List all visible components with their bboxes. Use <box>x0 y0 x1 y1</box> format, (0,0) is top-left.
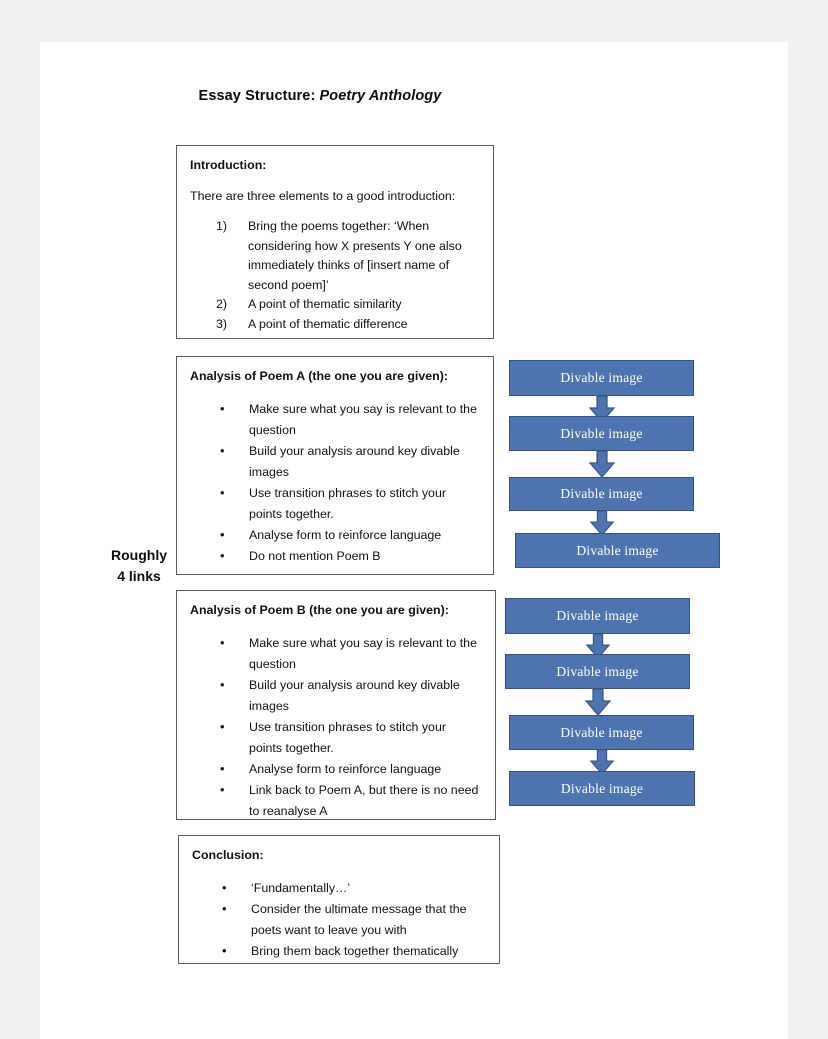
list-item: Make sure what you say is relevant to th… <box>190 632 481 675</box>
poem-a-box: Analysis of Poem A (the one you are give… <box>176 356 494 575</box>
poem-b-box: Analysis of Poem B (the one you are give… <box>176 590 496 820</box>
flow-box: Divable image <box>509 477 694 511</box>
flow-box: Divable image <box>505 598 690 634</box>
conclusion-box: Conclusion: ‘Fundamentally…’ Consider th… <box>178 835 500 964</box>
poem-b-heading: Analysis of Poem B (the one you are give… <box>190 603 449 617</box>
document-page: Essay Structure: Poetry Anthology Roughl… <box>40 42 788 1039</box>
flow-box: Divable image <box>509 771 695 806</box>
list-item: Consider the ultimate message that the p… <box>192 898 485 941</box>
page-title: Essay Structure: Poetry Anthology <box>40 88 600 104</box>
list-item: Analyse form to reinforce language <box>190 758 481 780</box>
introduction-heading: Introduction: <box>190 158 267 172</box>
poem-b-list: Make sure what you say is relevant to th… <box>190 632 481 822</box>
introduction-lead: There are three elements to a good intro… <box>190 189 456 203</box>
list-item: Build your analysis around key divable i… <box>190 674 481 717</box>
flow-box: Divable image <box>509 715 694 750</box>
page-title-main: Essay Structure: <box>198 88 320 104</box>
conclusion-list: ‘Fundamentally…’ Consider the ultimate m… <box>192 877 485 962</box>
list-item: Analyse form to reinforce language <box>190 524 479 546</box>
list-item: Link back to Poem A, but there is no nee… <box>190 779 481 822</box>
list-marker: 1) <box>216 219 228 233</box>
list-item: ‘Fundamentally…’ <box>192 877 485 899</box>
poem-a-heading: Analysis of Poem A (the one you are give… <box>190 369 448 383</box>
list-text: A point of thematic difference <box>248 316 408 331</box>
list-marker: 3) <box>216 316 228 331</box>
list-text: Bring the poems together: ‘When consider… <box>248 219 462 292</box>
list-item: 1) Bring the poems together: ‘When consid… <box>190 217 479 295</box>
list-item: Use transition phrases to stitch your po… <box>190 482 479 525</box>
flow-box: Divable image <box>515 533 720 568</box>
flow-box: Divable image <box>509 416 694 451</box>
list-item: Do not mention Poem B <box>190 545 479 567</box>
flow-box: Divable image <box>505 654 690 689</box>
flow-box: Divable image <box>509 360 694 396</box>
poem-a-list: Make sure what you say is relevant to th… <box>190 398 479 567</box>
conclusion-heading: Conclusion: <box>192 848 264 862</box>
list-text: A point of thematic similarity <box>248 297 402 311</box>
list-item: 3) A point of thematic difference <box>190 315 479 335</box>
list-item: Bring them back together thematically <box>192 940 485 962</box>
list-marker: 2) <box>216 297 228 311</box>
flow-arrow-down-icon <box>584 688 612 716</box>
list-item: Build your analysis around key divable i… <box>190 440 479 483</box>
list-item: 2) A point of thematic similarity <box>190 295 479 315</box>
introduction-box: Introduction: There are three elements t… <box>176 145 494 339</box>
page-title-emphasis: Poetry Anthology <box>319 88 442 104</box>
flow-arrow-down-icon <box>588 450 616 478</box>
introduction-list: 1) Bring the poems together: ‘When consid… <box>190 217 479 334</box>
list-item: Use transition phrases to stitch your po… <box>190 716 481 759</box>
list-item: Make sure what you say is relevant to th… <box>190 398 479 441</box>
